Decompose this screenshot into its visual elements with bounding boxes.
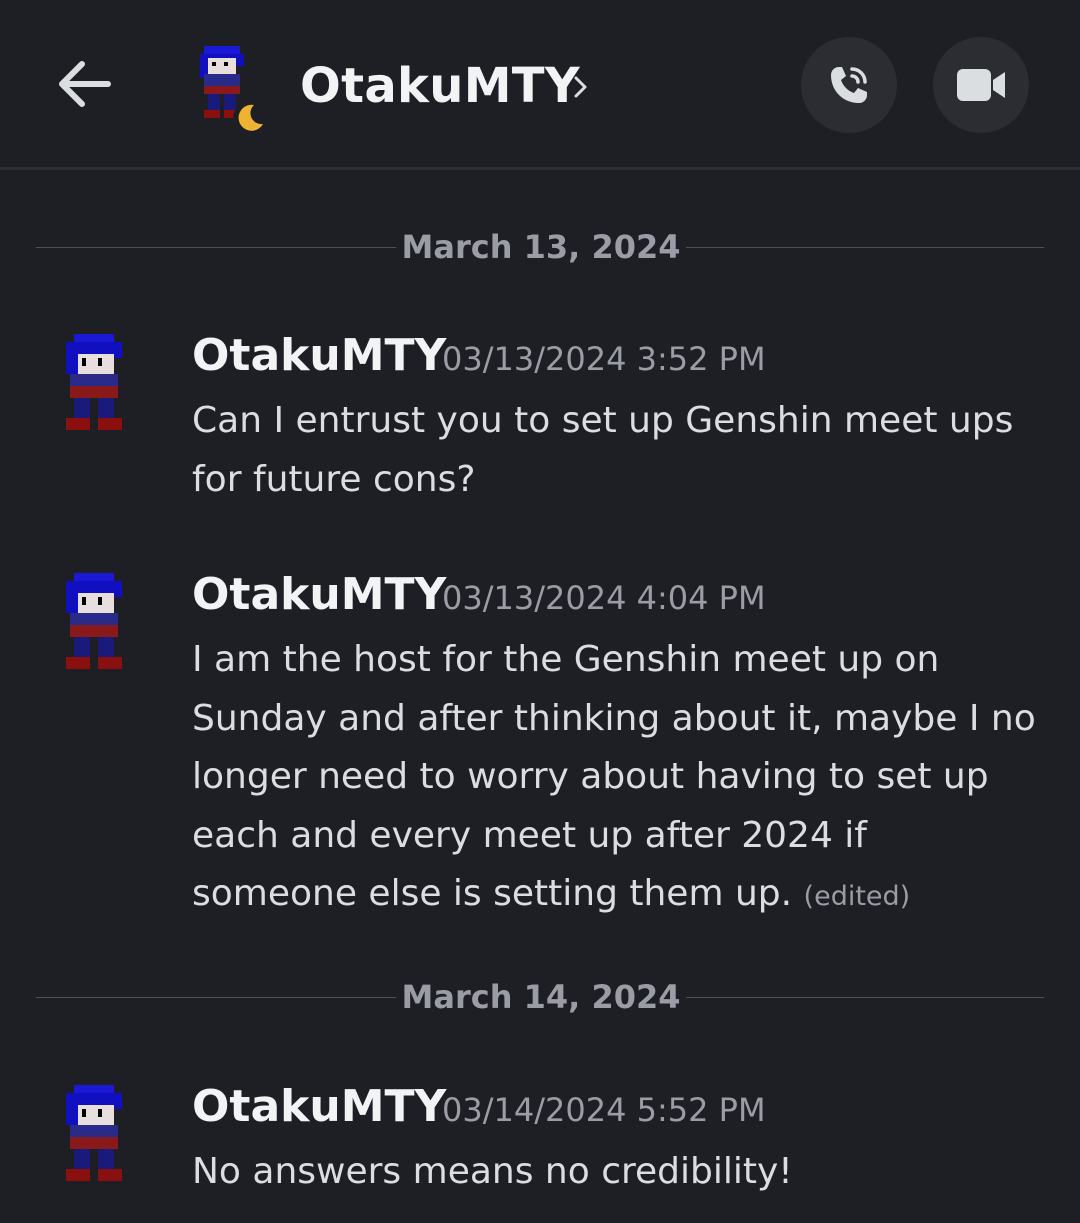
pixel-character-avatar xyxy=(66,573,122,669)
message-author[interactable]: OtakuMTY xyxy=(192,1081,446,1132)
divider-line xyxy=(686,997,1044,998)
message-author[interactable]: OtakuMTY xyxy=(192,330,446,381)
avatar[interactable] xyxy=(62,1085,130,1185)
date-divider: March 14, 2024 xyxy=(36,978,1044,1018)
pixel-character-avatar xyxy=(66,334,122,430)
avatar[interactable] xyxy=(62,573,130,673)
pixel-character-avatar xyxy=(66,1085,122,1181)
message-text: Can I entrust you to set up Genshin meet… xyxy=(192,392,1042,509)
date-label: March 14, 2024 xyxy=(401,978,681,1016)
phone-call-icon xyxy=(831,67,867,103)
date-divider: March 13, 2024 xyxy=(36,228,1044,268)
message-author[interactable]: OtakuMTY xyxy=(192,569,446,620)
idle-moon-icon xyxy=(232,100,268,136)
video-camera-icon xyxy=(957,69,1005,101)
message-content: Can I entrust you to set up Genshin meet… xyxy=(192,400,1014,500)
page-title[interactable]: OtakuMTY xyxy=(300,58,580,114)
divider-line xyxy=(36,997,396,998)
divider-line xyxy=(686,247,1044,248)
date-label: March 13, 2024 xyxy=(401,228,681,266)
message-text: No answers means no credibility! xyxy=(192,1143,1042,1202)
edited-marker: (edited) xyxy=(803,881,911,912)
message-content: I am the host for the Genshin meet up on… xyxy=(192,639,1036,914)
divider-line xyxy=(36,247,396,248)
chevron-right-icon[interactable] xyxy=(570,70,592,104)
message-timestamp: 03/14/2024 5:52 PM xyxy=(442,1091,766,1129)
chat-header: OtakuMTY xyxy=(0,0,1080,170)
message-text: I am the host for the Genshin meet up on… xyxy=(192,631,1042,927)
dm-screen: OtakuMTY March 13, 2024 OtakuMTY 03/13/2… xyxy=(0,0,1080,1223)
message-timestamp: 03/13/2024 3:52 PM xyxy=(442,340,766,378)
message-timestamp: 03/13/2024 4:04 PM xyxy=(442,579,766,617)
arrow-left-icon xyxy=(59,61,111,107)
message-content: No answers means no credibility! xyxy=(192,1151,793,1192)
back-button[interactable] xyxy=(52,52,116,116)
avatar[interactable] xyxy=(62,334,130,434)
video-call-button[interactable] xyxy=(933,37,1029,133)
voice-call-button[interactable] xyxy=(801,37,897,133)
